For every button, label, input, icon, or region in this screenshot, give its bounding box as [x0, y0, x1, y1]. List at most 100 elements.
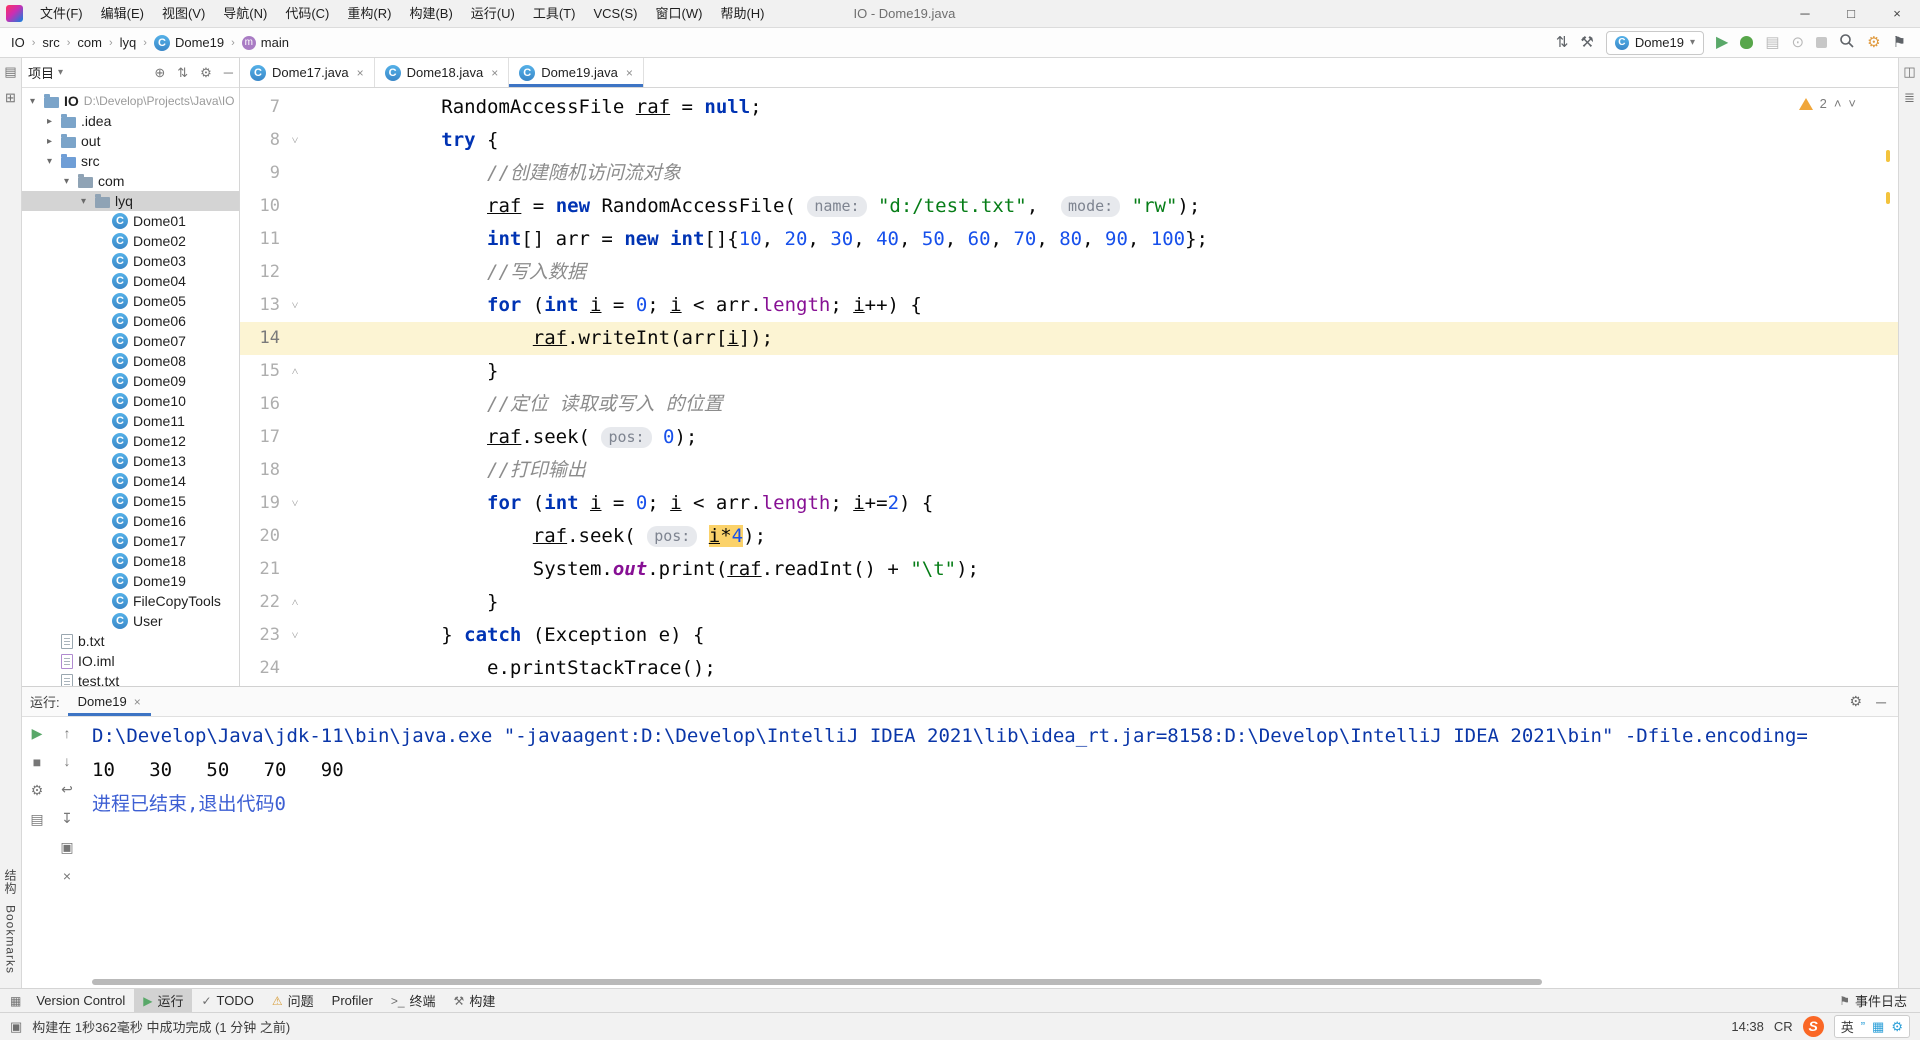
console-line-3[interactable]: 进程已结束,退出代码0 — [92, 787, 1888, 821]
tree-row-Dome15[interactable]: C Dome15 — [22, 491, 239, 511]
tree-row-com[interactable]: ▾ com — [22, 171, 239, 191]
tree-row-Dome05[interactable]: C Dome05 — [22, 291, 239, 311]
toolwindow-button-构建[interactable]: ⚒ 构建 — [445, 989, 505, 1012]
menu-item-导航(N)[interactable]: 导航(N) — [214, 0, 276, 28]
fold-marker-icon[interactable]: ˄ — [286, 355, 304, 388]
line-number[interactable]: 15 — [240, 355, 286, 388]
line-number[interactable]: 19 — [240, 487, 286, 520]
tree-row-Dome16[interactable]: C Dome16 — [22, 511, 239, 531]
menu-item-文件(F)[interactable]: 文件(F) — [31, 0, 92, 28]
line-number[interactable]: 8 — [240, 124, 286, 157]
menu-item-重构(R)[interactable]: 重构(R) — [338, 0, 400, 28]
bookmarks-tool-label[interactable]: Bookmarks — [4, 905, 18, 974]
fold-marker-icon[interactable]: ˅ — [286, 289, 304, 322]
layout-icon[interactable]: ▤ — [30, 811, 43, 828]
window-layout-icon[interactable]: ▦ — [4, 989, 27, 1012]
line-number[interactable]: 16 — [240, 388, 286, 421]
code-line-24[interactable]: 24 e.printStackTrace(); — [240, 652, 1898, 685]
tree-row-.idea[interactable]: ▸ .idea — [22, 111, 239, 131]
tree-expander-icon[interactable]: ▸ — [43, 116, 56, 127]
tree-row-Dome09[interactable]: C Dome09 — [22, 371, 239, 391]
event-log-button[interactable]: ⚑ 事件日志 — [1830, 991, 1916, 1010]
code-line-9[interactable]: 9 //创建随机访问流对象 — [240, 157, 1898, 190]
menu-item-视图(V)[interactable]: 视图(V) — [153, 0, 214, 28]
line-number[interactable]: 24 — [240, 652, 286, 685]
tree-row-test.txt[interactable]: test.txt — [22, 671, 239, 686]
up-icon[interactable]: ↑ — [64, 725, 71, 741]
menu-item-构建(B)[interactable]: 构建(B) — [400, 0, 461, 28]
menu-item-帮助(H)[interactable]: 帮助(H) — [711, 0, 773, 28]
expand-all-icon[interactable]: ⊕ — [154, 65, 165, 81]
ime-punctuation-icon[interactable]: ” — [1861, 1019, 1865, 1034]
coverage-icon[interactable]: ▤ — [1765, 35, 1779, 50]
tree-row-Dome03[interactable]: C Dome03 — [22, 251, 239, 271]
clear-icon[interactable]: × — [63, 868, 71, 884]
code-line-8[interactable]: 8 ˅ try { — [240, 124, 1898, 157]
hide-panel-icon[interactable]: ─ — [224, 65, 233, 80]
softwrap-icon[interactable]: ↩ — [61, 781, 73, 798]
line-number[interactable]: 9 — [240, 157, 286, 190]
toolwindow-button-Profiler[interactable]: Profiler — [323, 989, 382, 1012]
commit-tool-icon[interactable]: ⊞ — [5, 90, 16, 106]
tree-row-Dome01[interactable]: C Dome01 — [22, 211, 239, 231]
code-line-10[interactable]: 10 raf = new RandomAccessFile( name: "d:… — [240, 190, 1898, 223]
fold-marker-icon[interactable]: ˅ — [286, 487, 304, 520]
down-icon[interactable]: ↓ — [64, 753, 71, 769]
toolwindow-button-终端[interactable]: >_ 终端 — [382, 989, 445, 1012]
console-horizontal-scrollbar[interactable] — [92, 979, 1542, 985]
notifications-icon[interactable]: ⚑ — [1893, 35, 1906, 50]
ime-toolbar[interactable]: 英 ” ▦ ⚙ — [1833, 1015, 1910, 1038]
tree-row-Dome08[interactable]: C Dome08 — [22, 351, 239, 371]
code-line-7[interactable]: 7 RandomAccessFile raf = null; — [240, 91, 1898, 124]
stop-button[interactable] — [1816, 37, 1828, 48]
tree-row-User[interactable]: C User — [22, 611, 239, 631]
maximize-button[interactable]: □ — [1828, 0, 1874, 28]
code-line-23[interactable]: 23 ˅ } catch (Exception e) { — [240, 619, 1898, 652]
sogou-ime-icon[interactable]: S — [1802, 1016, 1824, 1037]
tree-row-Dome14[interactable]: C Dome14 — [22, 471, 239, 491]
console-line-2[interactable]: 10 30 50 70 90 — [92, 753, 1888, 787]
tree-row-b.txt[interactable]: b.txt — [22, 631, 239, 651]
tree-row-Dome12[interactable]: C Dome12 — [22, 431, 239, 451]
code-line-20[interactable]: 20 raf.seek( pos: i*4); — [240, 520, 1898, 553]
console-output[interactable]: D:\Develop\Java\jdk-11\bin\java.exe "-ja… — [82, 717, 1898, 988]
debug-button[interactable] — [1740, 36, 1754, 49]
next-problem-icon[interactable]: ˅ — [1848, 96, 1856, 111]
build-hammer-icon[interactable]: ⚒ — [1580, 35, 1593, 50]
tree-row-Dome18[interactable]: C Dome18 — [22, 551, 239, 571]
tree-expander-icon[interactable]: ▾ — [60, 176, 73, 187]
close-icon[interactable]: × — [491, 66, 498, 80]
gear-icon[interactable]: ⚙ — [200, 65, 212, 81]
project-view-title[interactable]: 项目 — [28, 63, 54, 82]
tree-row-Dome19[interactable]: C Dome19 — [22, 571, 239, 591]
toolwindow-button-运行[interactable]: ▶ 运行 — [134, 989, 193, 1012]
tree-expander-icon[interactable]: ▸ — [43, 136, 56, 147]
code-line-12[interactable]: 12 //写入数据 — [240, 256, 1898, 289]
tree-row-Dome06[interactable]: C Dome06 — [22, 311, 239, 331]
line-number[interactable]: 13 — [240, 289, 286, 322]
tree-row-Dome13[interactable]: C Dome13 — [22, 451, 239, 471]
tree-row-Dome17[interactable]: C Dome17 — [22, 531, 239, 551]
tree-row-FileCopyTools[interactable]: C FileCopyTools — [22, 591, 239, 611]
maven-tool-icon[interactable]: ◫ — [1903, 64, 1915, 80]
code-line-16[interactable]: 16 //定位 读取或写入 的位置 — [240, 388, 1898, 421]
run-button[interactable]: ▶ — [1716, 34, 1728, 51]
line-number[interactable]: 10 — [240, 190, 286, 223]
tree-row-Dome10[interactable]: C Dome10 — [22, 391, 239, 411]
search-everywhere-icon[interactable] — [1839, 33, 1855, 52]
menu-item-代码(C)[interactable]: 代码(C) — [276, 0, 338, 28]
code-line-15[interactable]: 15 ˄ } — [240, 355, 1898, 388]
fold-marker-icon[interactable]: ˅ — [286, 619, 304, 652]
breadcrumb-item-main[interactable]: m main — [239, 34, 292, 51]
breadcrumb-item-IO[interactable]: IO — [8, 34, 28, 51]
line-number[interactable]: 17 — [240, 421, 286, 454]
fold-marker-icon[interactable]: ˅ — [286, 124, 304, 157]
print-icon[interactable]: ▣ — [60, 839, 73, 856]
inspections-widget[interactable]: 2 ˄ ˅ — [1798, 96, 1856, 111]
code-line-17[interactable]: 17 raf.seek( pos: 0); — [240, 421, 1898, 454]
line-number[interactable]: 14 — [240, 322, 286, 355]
scroll-end-icon[interactable]: ↧ — [61, 810, 73, 827]
breadcrumb-item-src[interactable]: src — [39, 34, 62, 51]
tree-row-Dome02[interactable]: C Dome02 — [22, 231, 239, 251]
close-icon[interactable]: × — [357, 66, 364, 80]
